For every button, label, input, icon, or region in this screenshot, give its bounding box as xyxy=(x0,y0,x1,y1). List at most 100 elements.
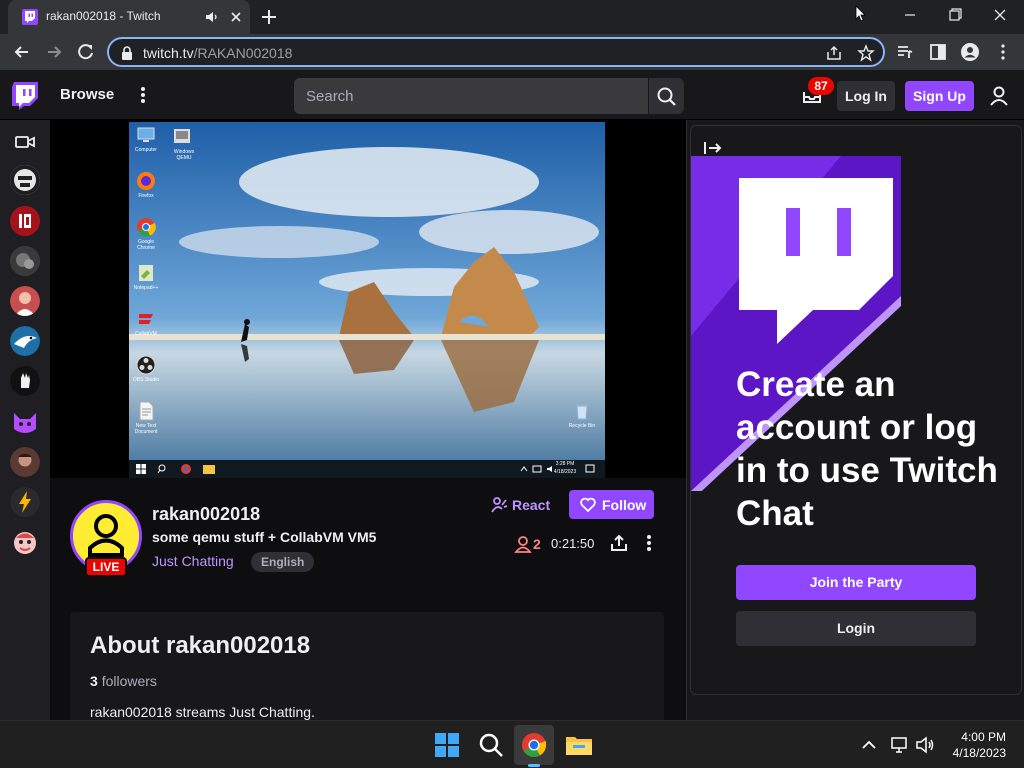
taskbar-search-icon[interactable] xyxy=(475,729,507,761)
browser-tab[interactable]: rakan002018 - Twitch xyxy=(8,0,250,34)
reload-icon[interactable] xyxy=(76,42,96,62)
chat-panel: Create an account or log in to use Twitc… xyxy=(686,120,1024,720)
desktop-icon-label: New Text Document xyxy=(134,423,158,435)
sidebar-channel-avatar[interactable] xyxy=(10,366,40,396)
sidebar-channel-avatar[interactable] xyxy=(10,407,40,437)
search-button[interactable] xyxy=(649,78,684,114)
restore-icon[interactable] xyxy=(932,0,978,30)
vm-explorer-icon[interactable] xyxy=(203,464,215,474)
login-button[interactable]: Log In xyxy=(837,81,895,111)
twitch-logo-icon[interactable] xyxy=(12,82,38,110)
category-link[interactable]: Just Chatting xyxy=(152,553,234,569)
speaker-icon[interactable] xyxy=(204,9,220,25)
close-tab-icon[interactable] xyxy=(228,9,244,25)
vm-search-icon[interactable] xyxy=(157,464,167,474)
side-panel-icon[interactable] xyxy=(928,42,948,62)
share-icon[interactable] xyxy=(609,533,629,553)
react-icon xyxy=(491,497,508,513)
signup-button[interactable]: Sign Up xyxy=(905,81,974,111)
network-icon[interactable] xyxy=(890,735,910,755)
tab-search-icon[interactable] xyxy=(835,0,881,30)
browser-title-bar: rakan002018 - Twitch xyxy=(0,0,1024,34)
desktop-icon-label: Windows QEMU xyxy=(173,149,195,161)
channel-main-content: Computer Windows QEMU Firefox Google Chr… xyxy=(50,120,686,720)
lock-icon[interactable] xyxy=(120,45,134,61)
hand-avatar-icon xyxy=(10,366,40,396)
bookmark-star-icon[interactable] xyxy=(857,44,875,62)
collapse-chat-icon[interactable] xyxy=(703,140,723,156)
close-window-icon[interactable] xyxy=(977,0,1023,30)
vm-notifications-icon[interactable] xyxy=(585,464,595,474)
desktop-icon-label: Computer xyxy=(135,147,157,153)
follow-button[interactable]: Follow xyxy=(569,490,654,519)
cartoon-face-avatar-icon xyxy=(10,527,40,557)
url-text[interactable]: twitch.tv/RAKAN002018 xyxy=(143,45,292,61)
new-tab-icon[interactable] xyxy=(259,7,279,27)
default-user-avatar-icon xyxy=(88,514,124,557)
profile-icon[interactable] xyxy=(960,42,980,62)
chat-login-button[interactable]: Login xyxy=(736,611,976,646)
search-input[interactable]: Search xyxy=(294,78,648,114)
video-camera-icon xyxy=(15,136,35,148)
lightning-avatar-icon xyxy=(10,487,40,517)
taskbar-clock-date[interactable]: 4/18/2023 xyxy=(940,746,1006,760)
notepad-plus-desktop-icon[interactable] xyxy=(135,262,157,284)
join-the-party-button[interactable]: Join the Party xyxy=(736,565,976,600)
about-panel: About rakan002018 3 followers rakan00201… xyxy=(70,612,664,720)
firefox-desktop-icon[interactable] xyxy=(135,170,157,192)
more-options-icon[interactable] xyxy=(134,85,152,105)
vm-start-icon[interactable] xyxy=(136,464,146,474)
chrome-desktop-icon[interactable] xyxy=(135,216,157,238)
text-document-desktop-icon[interactable] xyxy=(135,400,157,422)
computer-desktop-icon[interactable] xyxy=(135,124,157,146)
vm-taskbar: 3:28 PM 4/18/2023 xyxy=(129,460,605,478)
obs-desktop-icon[interactable] xyxy=(135,354,157,376)
sidebar-channel-avatar[interactable] xyxy=(10,487,40,517)
desktop-icon-label: Recycle Bin xyxy=(568,423,596,429)
sidebar-channel-avatar[interactable] xyxy=(10,286,40,316)
red-logo-avatar-icon xyxy=(10,206,40,236)
taskbar-chrome-icon[interactable] xyxy=(518,729,550,761)
language-tag[interactable]: English xyxy=(251,552,315,572)
desktop-icon-label: Notepad++ xyxy=(133,285,159,291)
share-page-icon[interactable] xyxy=(825,44,843,62)
address-bar[interactable]: twitch.tv/RAKAN002018 xyxy=(107,37,885,67)
followed-channels-sidebar xyxy=(0,120,50,720)
twitch-favicon-icon xyxy=(22,9,38,25)
chrome-menu-icon[interactable] xyxy=(993,42,1013,62)
browse-link[interactable]: Browse xyxy=(60,86,114,103)
person-photo-avatar-icon xyxy=(10,286,40,316)
sidebar-channel-avatar[interactable] xyxy=(10,206,40,236)
windows-desktop-wallpaper-icon xyxy=(129,122,605,478)
show-hidden-icons-icon[interactable] xyxy=(860,736,878,754)
follower-number: 3 xyxy=(90,673,98,689)
react-button[interactable]: React xyxy=(488,492,552,518)
channel-name[interactable]: rakan002018 xyxy=(152,504,260,525)
taskbar-clock-time[interactable]: 4:00 PM xyxy=(950,730,1006,744)
recycle-bin-desktop-icon[interactable] xyxy=(571,400,593,422)
more-actions-icon[interactable] xyxy=(640,533,658,553)
sidebar-channel-avatar[interactable] xyxy=(10,246,40,276)
volume-icon[interactable] xyxy=(915,735,935,755)
sidebar-channel-avatar[interactable] xyxy=(10,527,40,557)
chat-promo-text: Create an account or log in to use Twitc… xyxy=(736,365,998,533)
video-player[interactable]: Computer Windows QEMU Firefox Google Chr… xyxy=(50,120,686,478)
forward-arrow-icon[interactable] xyxy=(44,42,64,62)
media-queue-icon[interactable] xyxy=(895,42,915,62)
vm-chrome-icon[interactable] xyxy=(180,463,192,475)
minimize-icon[interactable] xyxy=(887,0,933,30)
sidebar-channel-avatar[interactable] xyxy=(10,326,40,356)
collabvm-desktop-icon[interactable] xyxy=(135,308,157,330)
vm-clock-time: 3:28 PM xyxy=(555,461,575,467)
file-explorer-icon[interactable] xyxy=(563,729,595,761)
back-arrow-icon[interactable] xyxy=(12,42,32,62)
sidebar-channel-avatar[interactable] xyxy=(10,447,40,477)
sidebar-channel-avatar[interactable] xyxy=(10,165,40,195)
desktop-icon-label: Firefox xyxy=(138,193,154,199)
user-menu-icon[interactable] xyxy=(988,85,1010,107)
qemu-desktop-icon[interactable] xyxy=(171,126,193,148)
url-path: /RAKAN002018 xyxy=(193,45,293,61)
chat-signup-prompt: Create an account or log in to use Twitc… xyxy=(690,125,1022,695)
windows-start-icon[interactable] xyxy=(431,729,463,761)
stream-video-frame[interactable]: Computer Windows QEMU Firefox Google Chr… xyxy=(129,122,605,478)
